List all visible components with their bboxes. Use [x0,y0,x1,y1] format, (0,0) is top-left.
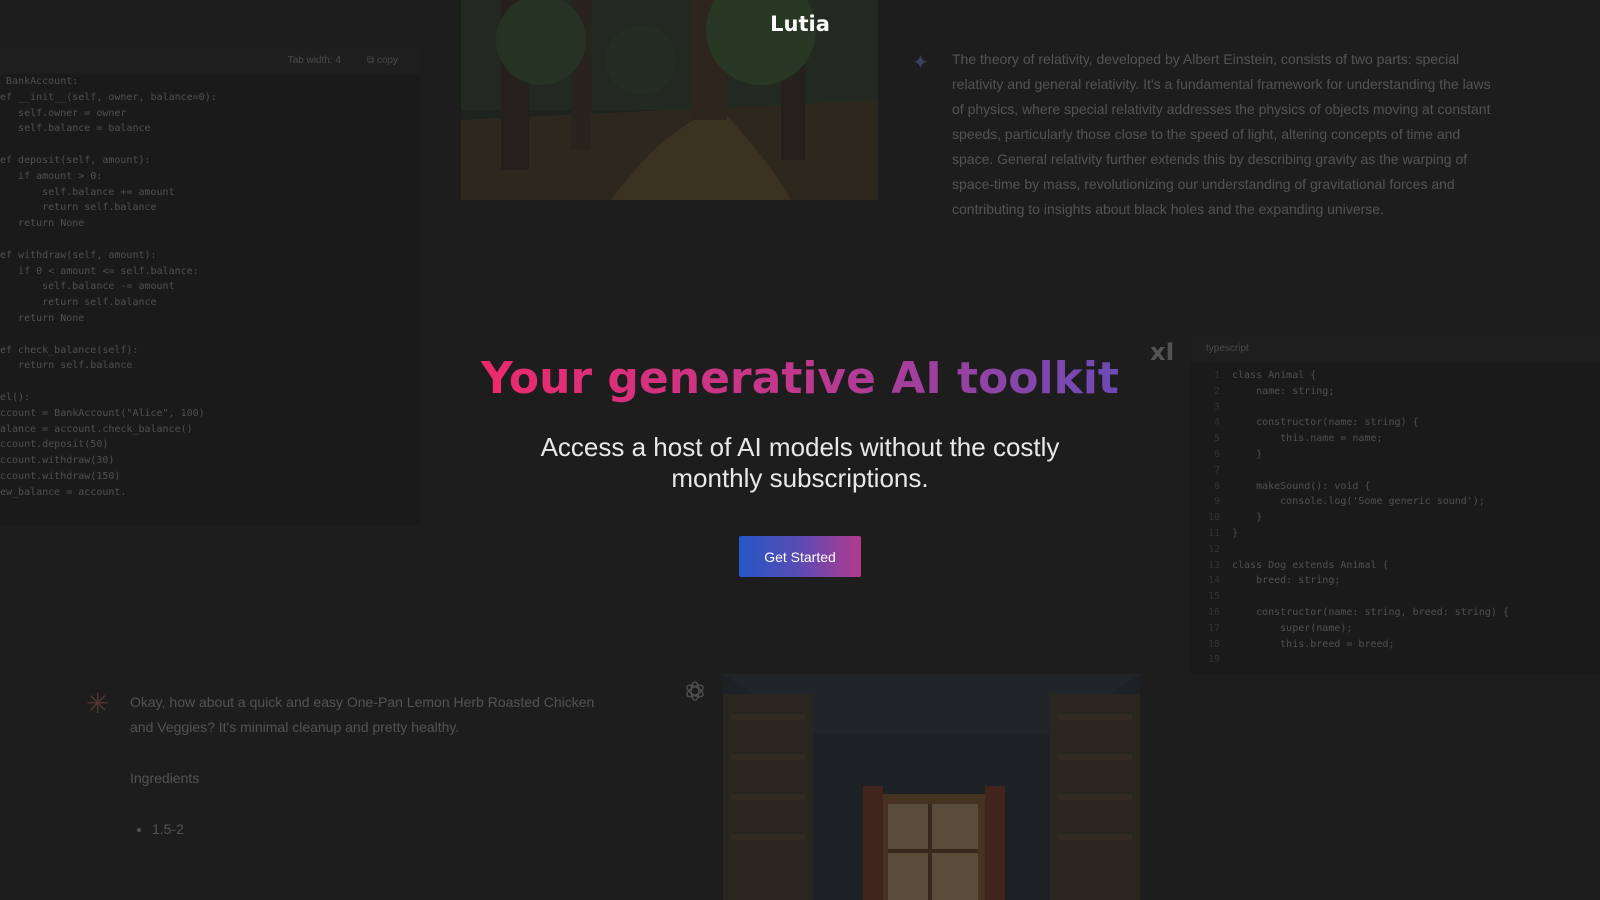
line-number: 6 [1213,448,1220,460]
code-line: ef __init__(self, owner, balance=0): [0,91,217,103]
claude-burst-icon: ✳ [86,688,110,719]
code-line: ccount = BankAccount("Alice", 100) [0,407,205,419]
code-line: 14 breed: string; [1190,573,1600,589]
code-line: 10 } [1190,510,1600,526]
hero-title: Your generative AI toolkit [0,352,1600,406]
line-number: 11 [1207,527,1220,539]
line-number: 16 [1207,606,1220,618]
code-lines: BankAccount: ef __init__(self, owner, bal… [0,74,420,501]
code-text: } [1232,448,1263,460]
code-line: 6 } [1190,447,1600,463]
brand-logo[interactable]: Lutia [0,12,1600,36]
tab-width-label: Tab width: 4 [287,54,341,66]
code-line: 12 [1190,542,1600,558]
code-line: BankAccount: [0,76,79,87]
openai-logo-icon [686,681,704,701]
gemini-sparkle-icon: ✦ [912,52,929,74]
copy-button: ⧉ copy [366,54,398,66]
code-text: this.name = name; [1232,433,1383,445]
line-number: 7 [1213,464,1220,476]
ingredients-list: 1.5-2 [130,817,620,842]
code-line: self.balance += amount [0,186,175,198]
code-text: constructor(name: string, breed: string)… [1232,606,1509,618]
code-line: self.balance -= amount [0,281,175,293]
line-number: 8 [1213,480,1220,492]
copy-label: copy [376,54,398,66]
ingredients-heading: Ingredients [130,770,200,786]
get-started-button[interactable]: Get Started [739,536,861,577]
code-text: console.log('Some generic sound'); [1232,496,1485,508]
line-number: 10 [1207,512,1220,524]
code-line: return self.balance [0,297,157,309]
recipe-intro: Okay, how about a quick and easy One-Pan… [130,694,595,735]
code-line: return self.balance [0,202,157,214]
code-line: ew_balance = account. [0,486,127,498]
line-number: 14 [1207,575,1220,587]
line-number: 15 [1207,591,1220,603]
code-text: } [1232,512,1263,524]
claude-recipe-response: Okay, how about a quick and easy One-Pan… [130,690,620,842]
code-line: return None [0,312,85,324]
code-line: 5 this.name = name; [1190,431,1600,447]
list-item: 1.5-2 [152,817,620,842]
hero-subtitle: Access a host of AI models without the c… [540,432,1060,493]
code-line: if 0 < amount <= self.balance: [0,265,199,277]
code-text: super(name); [1232,622,1353,634]
code-line: 16 constructor(name: string, breed: stri… [1190,605,1600,621]
code-text: makeSound(): void { [1232,480,1371,492]
code-line: 4 constructor(name: string) { [1190,415,1600,431]
line-number: 5 [1213,433,1220,445]
line-number: 9 [1213,496,1220,508]
code-toolbar: Tab width: 4 ⧉ copy [0,46,420,74]
code-text: } [1232,527,1239,539]
code-line: 17 super(name); [1190,621,1600,637]
code-line: ccount.withdraw(30) [0,455,115,467]
line-number: 12 [1207,543,1220,555]
code-line: 18 this.breed = breed; [1190,637,1600,653]
library-painting-image [723,674,1140,900]
code-line: 11} [1190,526,1600,542]
code-line: return None [0,218,85,230]
code-text: breed: string; [1232,575,1341,587]
code-line: 7 [1190,463,1600,479]
hero-title-text: Your generative AI toolkit [481,353,1119,404]
python-code-panel: Tab width: 4 ⧉ copy BankAccount: ef __ini… [0,46,420,526]
code-lines: 1 class Animal {2 name: string; 3 4 constru… [1190,362,1600,668]
code-line: 15 [1190,589,1600,605]
code-line: ef withdraw(self, amount): [0,249,157,261]
line-number: 18 [1207,638,1220,650]
code-text: constructor(name: string) { [1232,417,1419,429]
gemini-response-text: The theory of relativity, developed by A… [952,51,1491,217]
code-line: 8 makeSound(): void { [1190,479,1600,495]
code-line: 9 console.log('Some generic sound'); [1190,494,1600,510]
code-line: 19 [1190,652,1600,668]
code-line: self.owner = owner [0,107,127,119]
code-line: 13 class Dog extends Animal { [1190,558,1600,574]
line-number: 13 [1207,559,1220,571]
code-line: self.balance = balance [0,123,151,135]
code-text: this.breed = breed; [1232,638,1395,650]
code-line: ef deposit(self, amount): [0,154,151,166]
line-number: 4 [1213,417,1220,429]
code-text: class Dog extends Animal { [1232,559,1389,571]
code-line: alance = account.check_balance() [0,423,193,435]
line-number: 17 [1207,622,1220,634]
code-line: ccount.withdraw(150) [0,470,121,482]
line-number: 19 [1207,654,1220,666]
code-line: if amount > 0: [0,170,103,182]
code-line: ccount.deposit(50) [0,439,109,451]
